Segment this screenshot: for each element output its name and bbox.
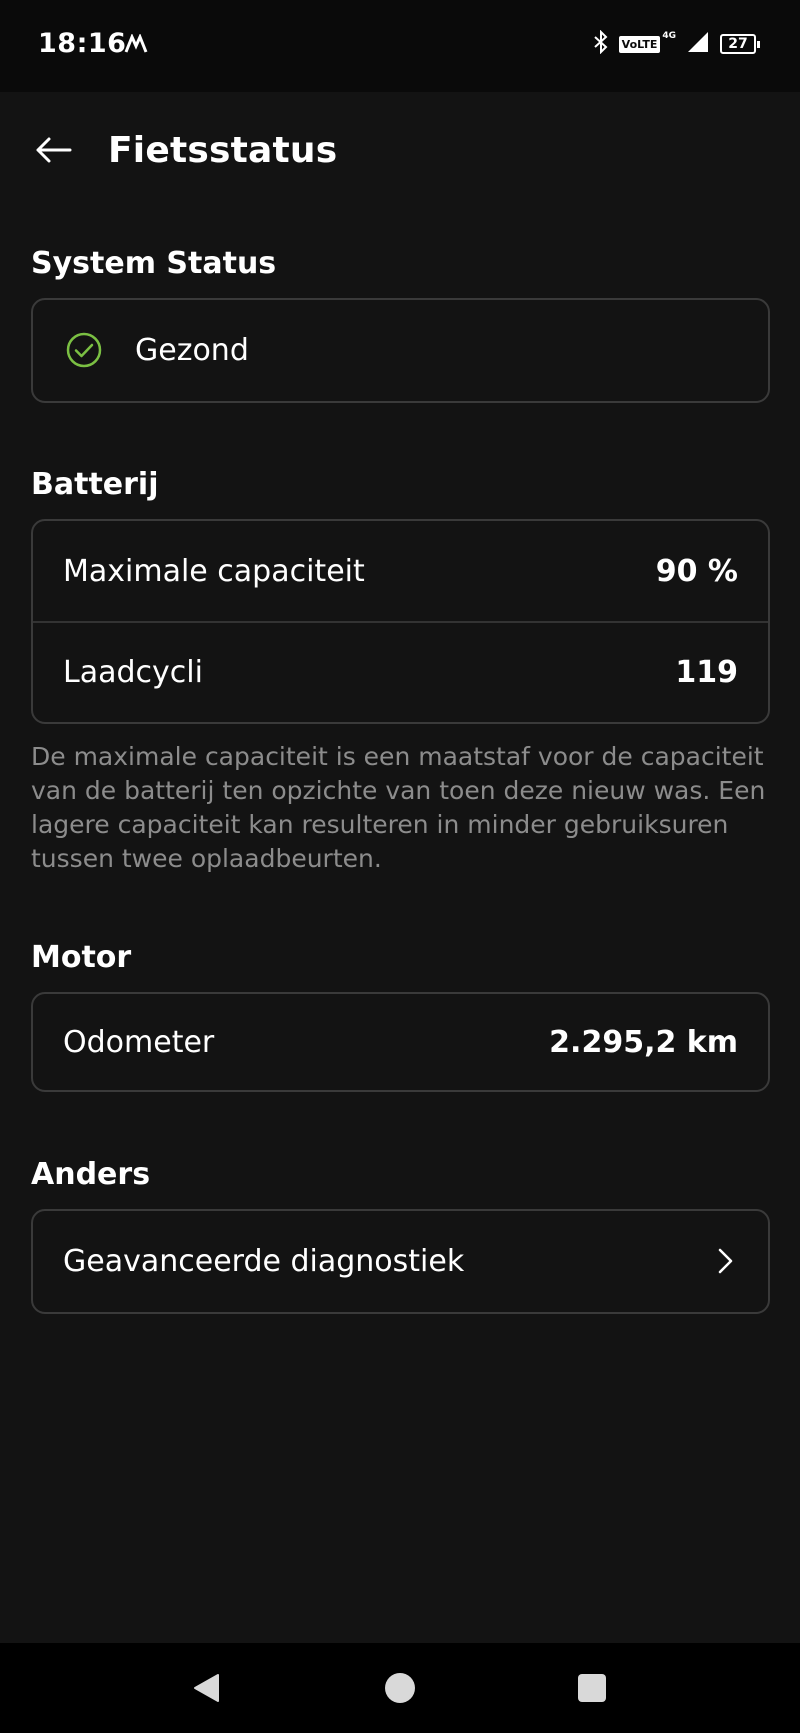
charge-cycles-value: 119 — [675, 654, 738, 690]
network-type: 4G — [662, 31, 676, 41]
status-bar: 18:16 VoLTE 4G 27 — [0, 0, 800, 92]
other-heading: Anders — [31, 1157, 151, 1192]
bluetooth-icon — [593, 29, 609, 58]
page-title: Fietsstatus — [108, 130, 338, 171]
arrow-left-icon — [36, 137, 72, 163]
nav-home-button[interactable] — [383, 1671, 417, 1705]
max-capacity-row: Maximale capaciteit 90 % — [33, 521, 768, 621]
battery-heading: Batterij — [31, 467, 159, 502]
status-time: 18:16 — [38, 28, 127, 59]
battery-note: De maximale capaciteit is een maatstaf v… — [31, 742, 766, 873]
back-button[interactable] — [30, 126, 78, 174]
battery-icon: 27 — [720, 34, 760, 54]
advanced-diagnostics-item[interactable]: Geavanceerde diagnostiek — [33, 1211, 768, 1311]
motor-heading: Motor — [31, 940, 132, 975]
system-status-heading: System Status — [31, 246, 277, 281]
signal-icon — [686, 31, 710, 57]
odometer-label: Odometer — [63, 1024, 215, 1060]
max-capacity-value: 90 % — [655, 553, 738, 589]
battery-card: Maximale capaciteit 90 % Laadcycli 119 — [31, 519, 770, 724]
square-recents-icon — [578, 1674, 606, 1702]
circle-home-icon — [385, 1673, 415, 1703]
odometer-row: Odometer 2.295,2 km — [33, 994, 768, 1090]
motor-card: Odometer 2.295,2 km — [31, 992, 770, 1092]
system-status-card: Gezond — [31, 298, 770, 403]
charge-cycles-label: Laadcycli — [63, 654, 203, 690]
odometer-value: 2.295,2 km — [549, 1024, 738, 1060]
app-bar: Fietsstatus — [0, 92, 800, 212]
system-status-row: Gezond — [33, 300, 768, 400]
charge-cycles-row: Laadcycli 119 — [33, 621, 768, 721]
system-nav-bar — [0, 1643, 800, 1733]
advanced-diagnostics-label: Geavanceerde diagnostiek — [63, 1243, 465, 1279]
other-card: Geavanceerde diagnostiek — [31, 1209, 770, 1314]
system-status-value: Gezond — [135, 332, 249, 368]
status-icons: VoLTE 4G 27 — [593, 29, 760, 58]
max-capacity-label: Maximale capaciteit — [63, 553, 365, 589]
nav-recents-button[interactable] — [575, 1671, 609, 1705]
chevron-right-icon — [718, 1248, 733, 1274]
nav-back-button[interactable] — [190, 1671, 224, 1705]
check-circle-icon — [66, 332, 102, 368]
volte-badge: VoLTE — [618, 35, 661, 53]
triangle-back-icon — [194, 1674, 219, 1702]
carrier-icon — [124, 33, 148, 58]
